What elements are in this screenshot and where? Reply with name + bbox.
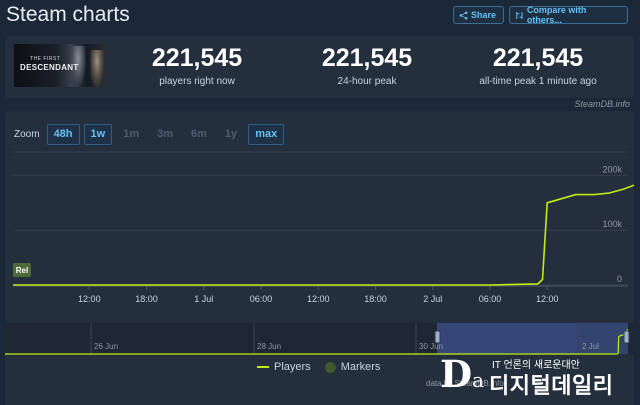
y-tick-label: 0: [617, 274, 622, 284]
compare-button[interactable]: Compare with others...: [509, 5, 628, 25]
y-tick-label: 100k: [602, 219, 622, 229]
share-icon: [459, 11, 468, 19]
x-tick-label: 06:00: [250, 294, 273, 304]
stat-label: players right now: [159, 76, 235, 87]
navigator-date-label: 2 Jul: [582, 342, 599, 351]
y-axis-labels: 0 100k 200k: [602, 164, 622, 284]
zoom-label: Zoom: [14, 128, 40, 140]
watermark-name: 디지털데일리: [489, 373, 614, 398]
game-logo: DESCENDANT: [20, 63, 79, 72]
navigator-date-label: 28 Jun: [257, 342, 281, 351]
y-tick-label: 200k: [602, 164, 622, 174]
character-figure: [90, 50, 104, 87]
x-tick-label: 18:00: [364, 294, 387, 304]
x-tick-label: 12:00: [307, 294, 330, 304]
players-swatch: [257, 366, 269, 368]
zoom-48h-button[interactable]: 48h: [46, 123, 80, 145]
x-tick-label: 06:00: [479, 294, 502, 304]
zoom-3m-button[interactable]: 3m: [150, 124, 180, 145]
legend-players[interactable]: Players: [257, 361, 311, 373]
watermark-logo: Da: [440, 354, 484, 400]
players-series-line: [13, 184, 634, 286]
stat-players-now: 221,545 players right now: [112, 44, 282, 87]
x-tick-label: 12:00: [536, 294, 559, 304]
compare-label: Compare with others...: [526, 5, 587, 25]
watermark-logo-small: a: [472, 368, 485, 392]
share-button[interactable]: Share: [453, 6, 504, 24]
zoom-1m-button[interactable]: 1m: [116, 124, 146, 145]
x-axis-labels: 12:00 18:00 1 Jul 06:00 12:00 18:00 2 Jul 06:00…: [13, 285, 628, 304]
zoom-1y-button[interactable]: 1y: [218, 124, 244, 145]
stat-value: 221,545: [492, 44, 584, 72]
header: Steam charts Share Compare with others..…: [0, 0, 640, 32]
legend-markers-label: Markers: [340, 361, 381, 373]
grid-lines: [13, 151, 628, 286]
page-title: Steam charts: [6, 3, 130, 26]
x-tick-label: 1 Jul: [194, 294, 213, 304]
release-marker-label: Rel: [16, 266, 28, 275]
navigator-right-handle[interactable]: [623, 330, 630, 344]
steamdb-credit[interactable]: SteamDB.info: [574, 99, 630, 109]
release-marker[interactable]: Rel: [13, 263, 31, 277]
legend-players-label: Players: [274, 361, 311, 373]
zoom-bar: Zoom 48h 1w 1m 3m 6m 1y max: [14, 123, 285, 145]
watermark-logo-letter: D: [440, 352, 473, 396]
navigator-date-label: 26 Jun: [94, 342, 118, 351]
stat-24h-peak: 221,545 24-hour peak: [282, 44, 452, 87]
share-label: Share: [471, 10, 497, 20]
legend-markers[interactable]: Markers: [324, 361, 381, 373]
compare-icon: [516, 11, 523, 19]
stat-all-time-peak: 221,545 all-time peak 1 minute ago: [453, 44, 623, 87]
navigator[interactable]: 26 Jun 28 Jun 30 Jun 2 Jul: [5, 323, 634, 355]
chart-legend: Players Markers: [257, 361, 380, 373]
zoom-6m-button[interactable]: 6m: [184, 124, 214, 145]
zoom-1w-button[interactable]: 1w: [83, 123, 113, 145]
stat-value: 221,545: [151, 44, 243, 72]
stats-panel: THE FIRST DESCENDANT 221,545 players rig…: [5, 36, 634, 109]
navigator-left-handle[interactable]: [434, 330, 441, 344]
x-tick-label: 12:00: [78, 294, 101, 304]
game-logo-small: THE FIRST: [30, 56, 61, 62]
stat-value: 221,545: [321, 44, 413, 72]
players-chart[interactable]: 0 100k 200k 12:00 18:00 1 Jul 06:00 12:00 18:00…: [5, 151, 634, 356]
publisher-watermark: Da IT 언론의 새로운대안 디지털데일리: [440, 353, 640, 405]
stat-label: 24-hour peak: [337, 76, 397, 87]
x-tick-label: 2 Jul: [423, 294, 442, 304]
stat-label: all-time peak 1 minute ago: [479, 76, 597, 87]
markers-swatch: [324, 361, 336, 373]
zoom-max-button[interactable]: max: [248, 123, 285, 145]
x-tick-label: 18:00: [135, 294, 158, 304]
game-thumbnail[interactable]: THE FIRST DESCENDANT: [14, 44, 107, 87]
